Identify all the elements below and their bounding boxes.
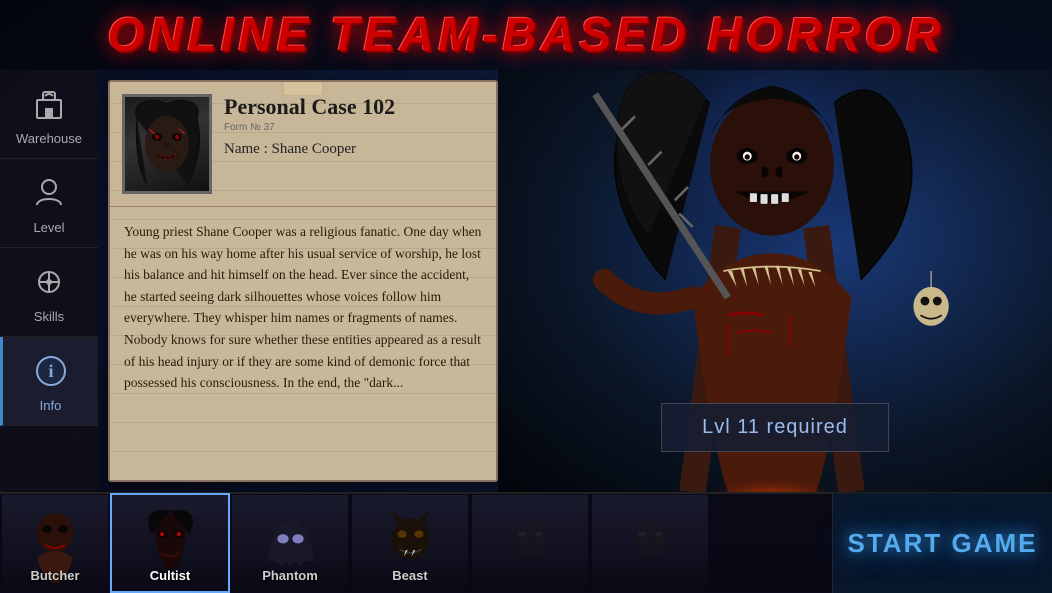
level-required-text: Lvl 11 required bbox=[702, 416, 848, 438]
case-name: Name : Shane Cooper bbox=[224, 141, 484, 158]
case-photo bbox=[122, 94, 212, 194]
sidebar-item-skills[interactable]: Skills bbox=[0, 248, 98, 337]
case-title: Personal Case 102 bbox=[224, 94, 484, 120]
character-slot-butcher[interactable]: Butcher bbox=[0, 493, 110, 593]
character-slot-5[interactable] bbox=[470, 493, 590, 593]
level-required-badge: Lvl 11 required bbox=[661, 403, 889, 452]
warehouse-icon bbox=[27, 82, 71, 126]
start-button-area: START GAME bbox=[832, 493, 1052, 593]
skills-icon bbox=[27, 260, 71, 304]
slot6-thumb bbox=[592, 495, 708, 591]
header-title: ONLINE TEAM-BASED HORROR bbox=[107, 8, 944, 63]
bottom-bar: Butcher Cultist bbox=[0, 492, 1052, 592]
sidebar-label-warehouse: Warehouse bbox=[16, 131, 82, 146]
start-game-button[interactable]: START GAME bbox=[848, 528, 1038, 559]
beast-label: Beast bbox=[392, 568, 427, 583]
character-slot-6[interactable] bbox=[590, 493, 710, 593]
slot5-thumb bbox=[472, 495, 588, 591]
case-info: Personal Case 102 Form № 37 Name : Shane… bbox=[224, 94, 484, 158]
character-slot-cultist[interactable]: Cultist bbox=[110, 493, 230, 593]
sidebar: Warehouse Level Skills i bbox=[0, 70, 98, 492]
case-form: Form № 37 bbox=[224, 122, 484, 133]
sidebar-label-info: Info bbox=[40, 398, 62, 413]
case-panel: Personal Case 102 Form № 37 Name : Shane… bbox=[108, 80, 498, 482]
sidebar-item-warehouse[interactable]: Warehouse bbox=[0, 70, 98, 159]
character-slots: Butcher Cultist bbox=[0, 493, 832, 593]
level-icon bbox=[27, 171, 71, 215]
monster-area: Lvl 11 required bbox=[498, 70, 1052, 492]
sidebar-item-info[interactable]: i Info bbox=[0, 337, 98, 426]
header: ONLINE TEAM-BASED HORROR bbox=[0, 0, 1052, 70]
case-body: Young priest Shane Cooper was a religiou… bbox=[110, 207, 496, 408]
main-content: Personal Case 102 Form № 37 Name : Shane… bbox=[98, 70, 1052, 492]
svg-text:i: i bbox=[48, 361, 53, 381]
phantom-label: Phantom bbox=[262, 568, 318, 583]
butcher-label: Butcher bbox=[30, 568, 79, 583]
character-slot-phantom[interactable]: Phantom bbox=[230, 493, 350, 593]
cultist-label: Cultist bbox=[150, 568, 190, 583]
character-slot-beast[interactable]: Beast bbox=[350, 493, 470, 593]
sidebar-item-level[interactable]: Level bbox=[0, 159, 98, 248]
tape-decoration bbox=[283, 80, 323, 96]
sidebar-label-level: Level bbox=[33, 220, 64, 235]
info-icon: i bbox=[29, 349, 73, 393]
case-header: Personal Case 102 Form № 37 Name : Shane… bbox=[110, 82, 496, 207]
sidebar-label-skills: Skills bbox=[34, 309, 64, 324]
case-description: Young priest Shane Cooper was a religiou… bbox=[124, 224, 481, 390]
case-photo-inner bbox=[125, 97, 209, 191]
